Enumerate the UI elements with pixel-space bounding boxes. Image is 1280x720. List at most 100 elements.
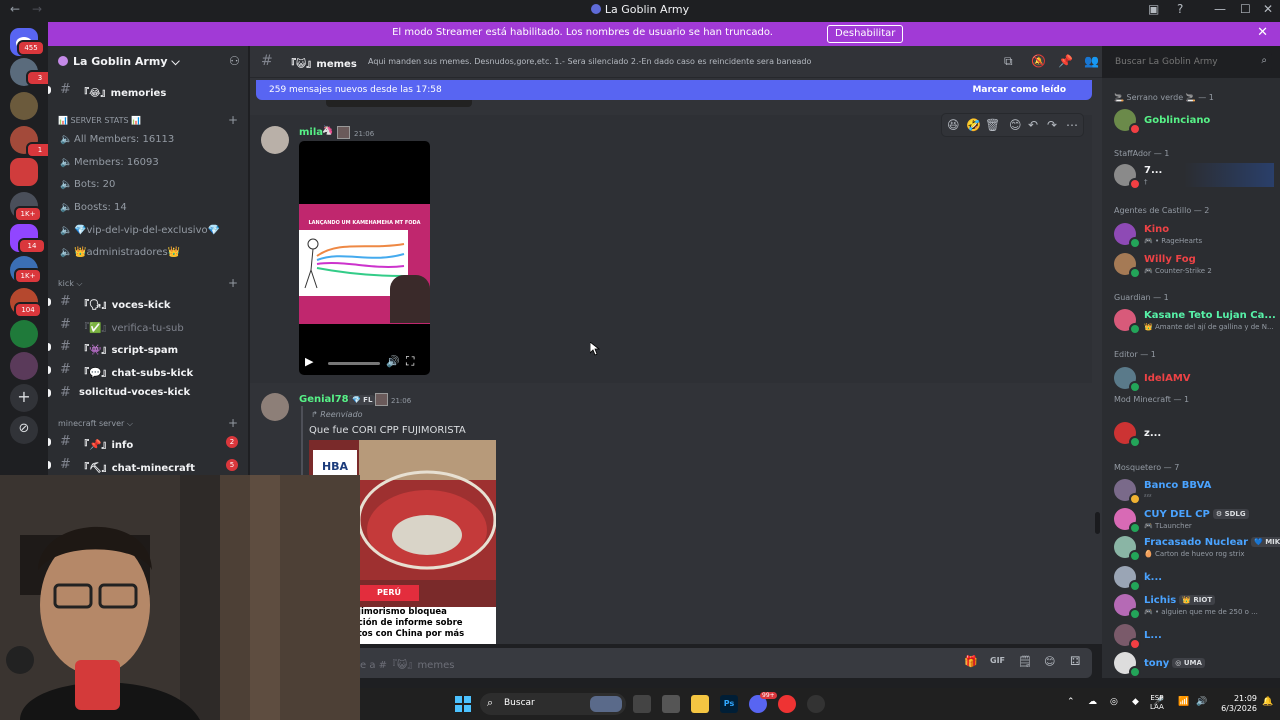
close-window-button[interactable]: ✕: [1263, 2, 1273, 16]
channel-info[interactable]: # 『📌』info 2: [48, 432, 248, 452]
scrollbar-thumb[interactable]: [1095, 512, 1100, 534]
taskbar-search[interactable]: ⌕ Buscar: [480, 693, 626, 715]
add-channel-icon[interactable]: +: [228, 416, 238, 430]
add-server-icon[interactable]: +: [10, 384, 38, 412]
app-icon[interactable]: [662, 695, 680, 713]
input-language[interactable]: ESP LAA: [1150, 694, 1164, 712]
sticker-icon[interactable]: 🗒: [1018, 655, 1032, 668]
member-item[interactable]: CUY DEL CP ⚙ SDLG 🎮 TLauncher: [1114, 507, 1274, 534]
volume-icon[interactable]: 🔊: [386, 355, 400, 368]
category-server-stats[interactable]: 📊 SERVER STATS 📊 +: [58, 113, 238, 127]
stat-channel[interactable]: 🔈 Members: 16093: [60, 157, 159, 168]
member-item[interactable]: Kasane Teto Lujan Ca... 👑 Amante del ají …: [1114, 308, 1276, 335]
channel-chat-subs-kick[interactable]: # 『💬』chat-subs-kick: [48, 360, 248, 380]
status-dnd-icon: [1129, 123, 1141, 135]
show-hidden-icons[interactable]: ⌃: [1067, 697, 1075, 707]
message-author[interactable]: mila: [299, 127, 323, 138]
clock[interactable]: 21:09 6/3/2026: [1211, 694, 1257, 714]
quick-reaction-trash-icon[interactable]: 🗑: [985, 118, 1000, 132]
server-search[interactable]: ⌕: [1110, 52, 1272, 72]
stat-channel[interactable]: 🔈 Boosts: 14: [60, 202, 127, 213]
channel-solicitud-voces-kick[interactable]: # solicitud-voces-kick: [48, 383, 248, 403]
member-item[interactable]: k...: [1114, 565, 1274, 592]
channel-verifica-tu-sub[interactable]: # 『✅』verifica-tu-sub: [48, 315, 248, 335]
task-view-icon[interactable]: [633, 695, 651, 713]
emoji-icon[interactable]: 😊: [1044, 655, 1055, 668]
play-icon[interactable]: ▶: [305, 355, 313, 368]
member-item[interactable]: tony ◎ UMA: [1114, 651, 1274, 678]
add-channel-icon[interactable]: +: [228, 113, 238, 127]
add-reaction-icon[interactable]: 😊: [1009, 118, 1022, 132]
server-icon-8[interactable]: [10, 320, 38, 348]
channel-voces-kick[interactable]: # 『🗣』voces-kick: [48, 292, 248, 312]
maximize-button[interactable]: ☐: [1240, 2, 1251, 16]
new-messages-bar[interactable]: 259 mensajes nuevos desde las 17:58 Marc…: [256, 80, 1092, 100]
server-icon-9[interactable]: [10, 352, 38, 380]
server-icon-2[interactable]: [10, 92, 38, 120]
apps-icon[interactable]: ⚃: [1070, 654, 1080, 668]
gift-icon[interactable]: 🎁: [964, 655, 978, 668]
quick-reaction-laughing-icon[interactable]: 😆: [947, 118, 960, 132]
app-icon-2[interactable]: [807, 695, 825, 713]
channel-script-spam[interactable]: # 『👾』script-spam: [48, 337, 248, 357]
notifications-icon[interactable]: 🔔: [1262, 697, 1273, 707]
avatar[interactable]: [261, 126, 289, 154]
threads-icon[interactable]: ⧉: [1004, 54, 1013, 69]
channel-chat-minecraft[interactable]: # 『⛏』chat-minecraft 5: [48, 455, 248, 475]
fullscreen-icon[interactable]: ⛶: [406, 354, 414, 369]
message-author[interactable]: Genial789: [299, 394, 356, 405]
gif-icon[interactable]: GIF: [990, 656, 1005, 665]
banner-close-icon[interactable]: ✕: [1257, 25, 1268, 40]
server-icon-4[interactable]: [10, 158, 38, 186]
stat-channel[interactable]: 🔈 Bots: 20: [60, 179, 115, 190]
speaker-icon[interactable]: 🔊: [1196, 697, 1207, 707]
category-kick[interactable]: kick ⌵ +: [58, 276, 238, 290]
channel-memories[interactable]: # 『😂』memories: [48, 80, 248, 100]
channel-topic[interactable]: Aqui manden sus memes. Desnudos,gore,etc…: [368, 57, 811, 66]
member-item[interactable]: z...: [1114, 421, 1274, 448]
composer-placeholder[interactable]: e a #『😺』memes: [360, 656, 454, 671]
member-list-icon[interactable]: 👥: [1084, 54, 1099, 68]
member-item[interactable]: Willy Fog 🎮 Counter-Strike 2: [1114, 252, 1274, 279]
avatar[interactable]: [261, 393, 289, 421]
tray-app-icon[interactable]: ☁: [1088, 697, 1097, 707]
message-composer[interactable]: e a #『😺』memes 🎁 GIF 🗒 😊 ⚃: [330, 648, 1092, 678]
server-name-header[interactable]: La Goblin Army ⌵: [58, 55, 180, 69]
file-explorer-icon[interactable]: [691, 695, 709, 713]
pinned-messages-icon[interactable]: 📌: [1058, 54, 1073, 68]
add-channel-icon[interactable]: +: [228, 276, 238, 290]
member-item[interactable]: Goblinciano: [1114, 108, 1274, 135]
member-item[interactable]: IdelAMV: [1114, 366, 1274, 393]
reply-icon[interactable]: ↶: [1028, 118, 1038, 132]
quick-reaction-rofl-icon[interactable]: 🤣: [966, 118, 981, 132]
member-item[interactable]: Banco BBVA ᶻᶻᶻ: [1114, 478, 1274, 505]
stat-channel[interactable]: 🔈 💎vip-del-vip-del-exclusivo💎: [60, 225, 220, 236]
more-options-icon[interactable]: ⋯: [1066, 118, 1078, 132]
windows-start-icon[interactable]: [454, 695, 472, 713]
member-item[interactable]: 7... †: [1114, 163, 1274, 190]
category-minecraft-server[interactable]: minecraft server ⌵ +: [58, 416, 238, 430]
member-item[interactable]: Kino 🎮 • RageHearts: [1114, 222, 1274, 249]
tray-app-icon-3[interactable]: ◆: [1132, 697, 1139, 707]
stat-channel[interactable]: 🔈 👑administradores👑: [60, 247, 180, 258]
notification-settings-icon[interactable]: 🔕: [1031, 54, 1046, 68]
search-input[interactable]: [1110, 52, 1250, 72]
forward-icon[interactable]: ↷: [1047, 118, 1057, 132]
member-item[interactable]: L...: [1114, 623, 1274, 650]
chrome-icon[interactable]: [778, 695, 796, 713]
member-item[interactable]: Lichis 👑 RIOT 🎮 • alguien que me de 250 o …: [1114, 593, 1274, 620]
video-attachment[interactable]: LANÇANDO UM KAMEHAMEHA MT FODA ▶ 🔊 ⛶: [299, 141, 430, 375]
wifi-icon[interactable]: 📶: [1178, 697, 1189, 707]
video-progress-bar[interactable]: [328, 362, 380, 365]
member-item[interactable]: Fracasado Nuclear💙 MIKU 🥚 Carton de huevo…: [1114, 535, 1280, 562]
minimize-button[interactable]: —: [1214, 2, 1226, 16]
discover-icon[interactable]: ⊘: [10, 416, 38, 444]
photoshop-icon[interactable]: Ps: [720, 695, 738, 713]
inbox-icon[interactable]: ▣: [1148, 2, 1159, 16]
help-icon[interactable]: ?: [1177, 2, 1183, 16]
stat-channel[interactable]: 🔈 All Members: 16113: [60, 134, 174, 145]
tray-app-icon-2[interactable]: ◎: [1110, 697, 1118, 707]
mark-as-read-button[interactable]: Marcar como leído: [972, 85, 1066, 95]
add-member-icon[interactable]: ⚇: [229, 54, 240, 68]
disable-streamer-button[interactable]: Deshabilitar: [827, 25, 904, 43]
